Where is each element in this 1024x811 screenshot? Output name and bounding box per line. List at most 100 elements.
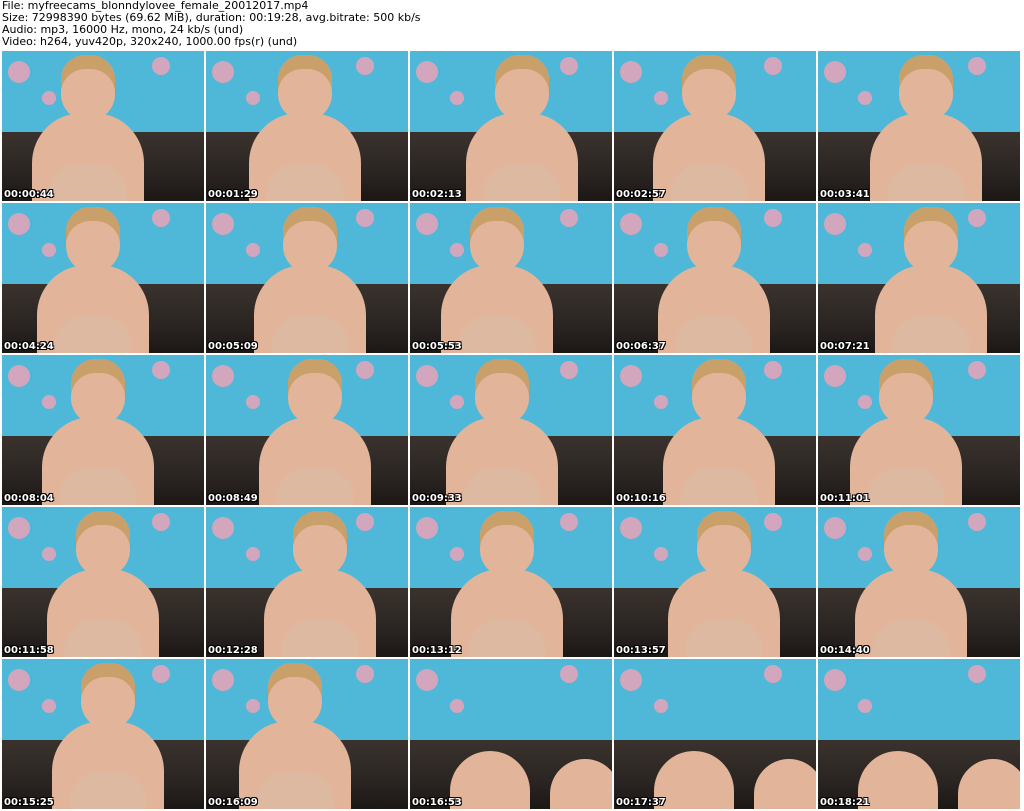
thumbnail-timestamp: 00:13:57 — [616, 645, 666, 656]
flower-decoration — [8, 61, 30, 83]
thumbnail-timestamp: 00:12:28 — [208, 645, 258, 656]
flower-decoration — [42, 243, 56, 257]
flower-decoration — [654, 547, 668, 561]
flower-decoration — [356, 665, 374, 683]
person-head — [879, 359, 933, 425]
thumbnail-timestamp: 00:08:04 — [4, 493, 54, 504]
flower-decoration — [246, 91, 260, 105]
flower-decoration — [416, 365, 438, 387]
video-thumbnail: 00:04:24 — [2, 203, 204, 353]
thumbnail-timestamp: 00:09:33 — [412, 493, 462, 504]
video-thumbnail: 00:14:40 — [818, 507, 1020, 657]
flower-decoration — [620, 669, 642, 691]
thumbnail-timestamp: 00:16:53 — [412, 797, 462, 808]
flower-decoration — [858, 243, 872, 257]
flower-decoration — [654, 91, 668, 105]
thumbnail-timestamp: 00:18:21 — [820, 797, 870, 808]
person-head — [71, 359, 125, 425]
flower-decoration — [620, 61, 642, 83]
flower-decoration — [246, 699, 260, 713]
flower-decoration — [858, 395, 872, 409]
flower-decoration — [8, 669, 30, 691]
thumbnail-timestamp: 00:01:29 — [208, 189, 258, 200]
flower-decoration — [968, 665, 986, 683]
flower-decoration — [824, 365, 846, 387]
flower-decoration — [858, 91, 872, 105]
flower-decoration — [620, 213, 642, 235]
wall-background — [614, 659, 816, 749]
flower-decoration — [246, 547, 260, 561]
flower-decoration — [968, 209, 986, 227]
thumbnail-timestamp: 00:13:12 — [412, 645, 462, 656]
person-head — [899, 55, 953, 121]
person-head — [692, 359, 746, 425]
person-head — [697, 511, 751, 577]
person-head — [283, 207, 337, 273]
flower-decoration — [42, 699, 56, 713]
flower-decoration — [42, 91, 56, 105]
flower-decoration — [450, 547, 464, 561]
thumbnail-timestamp: 00:11:58 — [4, 645, 54, 656]
flower-decoration — [152, 361, 170, 379]
flower-decoration — [560, 361, 578, 379]
flower-decoration — [8, 365, 30, 387]
flower-decoration — [824, 669, 846, 691]
thumbnail-timestamp: 00:14:40 — [820, 645, 870, 656]
flower-decoration — [560, 513, 578, 531]
person-head — [884, 511, 938, 577]
video-thumbnail: 00:10:16 — [614, 355, 816, 505]
flower-decoration — [212, 213, 234, 235]
flower-decoration — [968, 361, 986, 379]
thumbnail-timestamp: 00:02:57 — [616, 189, 666, 200]
flower-decoration — [152, 57, 170, 75]
thumbnail-timestamp: 00:08:49 — [208, 493, 258, 504]
flower-decoration — [152, 209, 170, 227]
person-head — [81, 663, 135, 729]
video-thumbnail: 00:08:49 — [206, 355, 408, 505]
thumbnail-timestamp: 00:05:09 — [208, 341, 258, 352]
person-head — [288, 359, 342, 425]
flower-decoration — [620, 365, 642, 387]
person-head — [61, 55, 115, 121]
video-thumbnail: 00:01:29 — [206, 51, 408, 201]
flower-decoration — [450, 91, 464, 105]
flower-decoration — [764, 57, 782, 75]
flower-decoration — [212, 669, 234, 691]
flower-decoration — [654, 699, 668, 713]
flower-decoration — [620, 517, 642, 539]
thumbnail-grid: 00:00:44 00:01:29 00:02:13 00:02:57 00:03:41… — [0, 51, 1024, 811]
person-head — [66, 207, 120, 273]
flower-decoration — [152, 513, 170, 531]
video-thumbnail: 00:15:25 — [2, 659, 204, 809]
flower-decoration — [654, 243, 668, 257]
thumbnail-timestamp: 00:05:53 — [412, 341, 462, 352]
flower-decoration — [212, 365, 234, 387]
flower-decoration — [356, 513, 374, 531]
person-head — [682, 55, 736, 121]
flower-decoration — [416, 669, 438, 691]
video-thumbnail: 00:07:21 — [818, 203, 1020, 353]
person-head — [293, 511, 347, 577]
thumbnail-timestamp: 00:07:21 — [820, 341, 870, 352]
video-thumbnail: 00:13:57 — [614, 507, 816, 657]
thumbnail-timestamp: 00:06:37 — [616, 341, 666, 352]
flower-decoration — [858, 699, 872, 713]
video-thumbnail: 00:17:37 — [614, 659, 816, 809]
video-thumbnail: 00:11:01 — [818, 355, 1020, 505]
thumbnail-timestamp: 00:16:09 — [208, 797, 258, 808]
thumbnail-timestamp: 00:00:44 — [4, 189, 54, 200]
video-thumbnail: 00:16:53 — [410, 659, 612, 809]
video-thumbnail: 00:02:13 — [410, 51, 612, 201]
wall-background — [410, 659, 612, 749]
person-head — [278, 55, 332, 121]
flower-decoration — [356, 361, 374, 379]
flower-decoration — [8, 517, 30, 539]
flower-decoration — [416, 213, 438, 235]
person-head — [904, 207, 958, 273]
video-thumbnail: 00:08:04 — [2, 355, 204, 505]
flower-decoration — [450, 395, 464, 409]
flower-decoration — [654, 395, 668, 409]
video-thumbnail: 00:02:57 — [614, 51, 816, 201]
flower-decoration — [416, 61, 438, 83]
flower-decoration — [450, 699, 464, 713]
